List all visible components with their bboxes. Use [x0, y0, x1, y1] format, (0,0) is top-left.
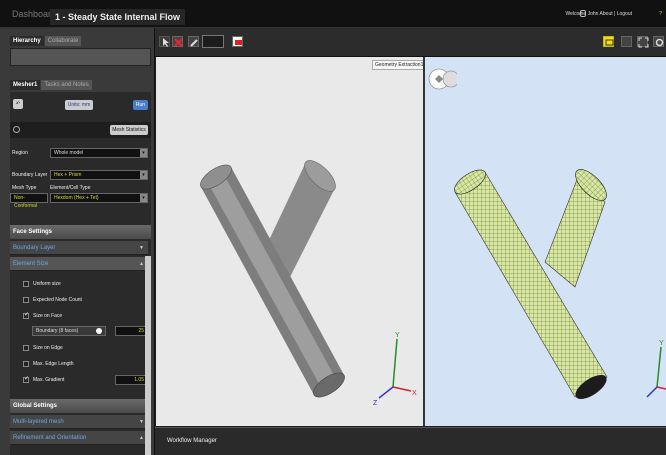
boundary-faces-field[interactable]: Boundary (8 faces)	[32, 326, 106, 336]
multi-layer-section[interactable]: Multi-layered mesh ▼	[10, 415, 148, 429]
element-size-section[interactable]: Element Size ▲	[10, 257, 148, 271]
mesh-view-icon[interactable]	[603, 36, 614, 47]
refresh-icon[interactable]	[13, 126, 20, 133]
boundary-layer-value: Hex + Prism	[54, 172, 82, 178]
mesh-branch	[544, 169, 607, 288]
tab-hierarchy[interactable]: Hierarchy	[10, 36, 44, 46]
multi-layer-label: Multi-layered mesh	[13, 419, 64, 425]
svg-text:X: X	[412, 390, 417, 397]
refinement-section[interactable]: Refinement and Orientation ▲	[10, 431, 148, 445]
select-icon[interactable]	[159, 36, 170, 47]
refinement-label: Refinement and Orientation	[13, 435, 87, 441]
max-gradient-value: 1.05	[134, 377, 144, 383]
boundary-layer-section-label: Boundary Layer	[13, 245, 56, 251]
fit-view-icon[interactable]	[637, 36, 649, 48]
mesh-statistics-button[interactable]: Mesh Statistics	[110, 125, 148, 135]
hierarchy-tree[interactable]	[10, 48, 151, 66]
mesh-type-label: Mesh Type	[12, 185, 37, 191]
tab-tasks-notes[interactable]: Tasks and Notes	[41, 80, 92, 90]
boundary-faces-value: Boundary (8 faces)	[36, 328, 79, 334]
pencil-icon[interactable]	[188, 36, 199, 47]
tab-project[interactable]: 1 - Steady State Internal Flow	[50, 9, 186, 25]
undo-button[interactable]: ↶	[13, 99, 23, 109]
workflow-manager-label: Workflow Manager	[167, 438, 217, 444]
workflow-manager-bar[interactable]: Workflow Manager	[155, 427, 666, 455]
element-type-value: Hexdom (Hex + Tet)	[54, 195, 99, 201]
element-type-label: Element/Cell Type	[50, 185, 91, 191]
chevron-up-icon: ▲	[139, 261, 144, 267]
viewport-toolbar	[155, 28, 666, 57]
tab-mesher[interactable]: Mesher1	[10, 80, 41, 90]
mesher-tabs: Mesher1 Tasks and Notes	[10, 80, 93, 92]
element-type-select[interactable]: Hexdom (Hex + Tet) ▾	[50, 193, 148, 203]
panel-scrollbar[interactable]	[145, 256, 151, 455]
mesh-render: Y	[454, 169, 666, 400]
left-panel: Hierarchy Collaborate Mesher1 Tasks and No…	[0, 28, 155, 455]
expected-node-checkbox[interactable]	[23, 297, 29, 303]
delete-icon[interactable]	[172, 36, 183, 47]
mesh-stats-row: Mesh Statistics	[10, 122, 151, 138]
size-on-edge-checkbox[interactable]	[23, 345, 29, 351]
chevron-down-icon: ▾	[140, 149, 147, 157]
tab-collaborate[interactable]: Collaborate	[44, 36, 82, 46]
max-gradient-label: Max. Gradient	[33, 377, 65, 383]
geometry-label-text: Geometry Extraction1	[375, 62, 424, 68]
max-gradient-checkbox[interactable]	[23, 375, 29, 383]
region-value: Whole model	[54, 150, 84, 156]
svg-text:Z: Z	[373, 400, 378, 407]
hierarchy-tabs: Hierarchy Collaborate	[10, 36, 82, 48]
mesh-type-value: Non-Conformal	[14, 195, 38, 209]
mesher-panel: ↶ Units: mm Run Mesh Statistics Region W…	[10, 92, 151, 455]
layout-icon[interactable]	[621, 36, 632, 47]
chevron-up-icon: ▲	[139, 435, 144, 441]
face-size-value: 25	[138, 328, 144, 334]
axis-triad: Y	[646, 340, 666, 398]
max-edge-checkbox[interactable]	[23, 361, 29, 367]
geometry-viewport[interactable]: Y X Z	[156, 57, 424, 426]
welcome-text[interactable]: Welcome John About | Logout	[565, 11, 632, 17]
gear-icon[interactable]	[653, 36, 664, 47]
top-bar: Dashboard 1 - Steady State Internal Flow…	[0, 0, 666, 28]
uniform-size-checkbox[interactable]	[23, 281, 29, 287]
chevron-down-icon: ▼	[139, 419, 144, 425]
axis-triad: Y X Z	[373, 332, 417, 407]
boundary-layer-label: Boundary Layer	[12, 172, 48, 178]
face-size-input[interactable]: 25	[115, 326, 148, 336]
boundary-layer-section[interactable]: Boundary Layer ▼	[10, 241, 148, 255]
mesh-viewport[interactable]: Y	[425, 57, 666, 426]
navigation-cube[interactable]	[427, 64, 460, 94]
size-on-face-label: Size on Face	[33, 313, 63, 319]
size-on-edge-label: Size on Edge	[33, 345, 63, 351]
uniform-size-label: Uniform size	[33, 281, 61, 287]
units-button[interactable]: Units: mm	[65, 100, 93, 110]
face-settings-header[interactable]: Face Settings	[10, 225, 151, 239]
geometry-render: Y X Z	[200, 160, 417, 407]
svg-text:Y: Y	[659, 340, 664, 347]
help-indicator[interactable]: ?	[659, 11, 662, 17]
region-label: Region	[12, 150, 28, 156]
boundary-layer-select[interactable]: Hex + Prism ▾	[50, 170, 148, 180]
slider-box[interactable]	[202, 35, 224, 48]
pick-icon[interactable]	[96, 328, 102, 334]
mesh-type-select[interactable]: Non-Conformal	[10, 193, 48, 209]
expected-node-label: Expected Node Count	[33, 297, 82, 303]
element-size-section-label: Element Size	[13, 261, 49, 267]
chevron-down-icon: ▾	[140, 194, 147, 202]
max-gradient-input[interactable]: 1.05	[115, 375, 148, 385]
region-select[interactable]: Whole model ▾	[50, 148, 148, 158]
chevron-down-icon: ▾	[140, 171, 147, 179]
svg-text:Y: Y	[395, 332, 400, 339]
global-settings-header[interactable]: Global Settings	[10, 399, 151, 413]
run-button[interactable]: Run	[133, 100, 148, 110]
size-on-face-checkbox[interactable]	[23, 311, 29, 319]
image-icon[interactable]	[232, 36, 243, 47]
chevron-down-icon: ▼	[139, 245, 144, 251]
max-edge-label: Max. Edge Length	[33, 361, 74, 367]
